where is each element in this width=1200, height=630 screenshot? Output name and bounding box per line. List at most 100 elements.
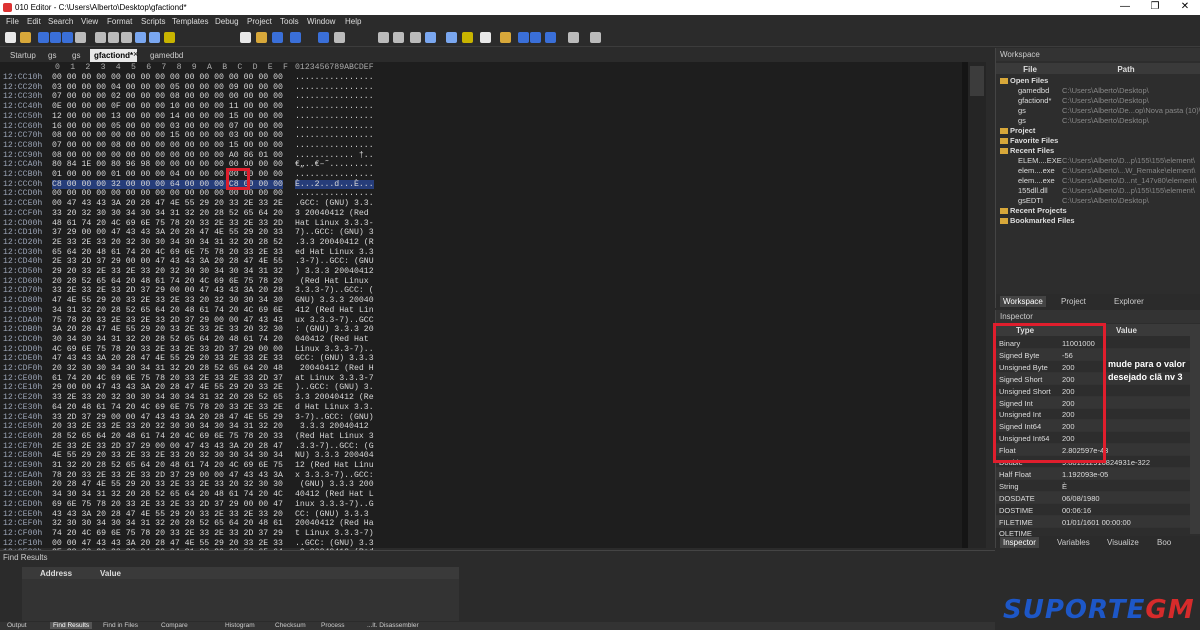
hex-bytes-row[interactable]: 00 47 43 43 3A 20 28 47 4E 55 29 20 33 2… [52,199,283,208]
bottom-tab[interactable]: Output [4,622,30,629]
tree-file[interactable]: gfactiond* C:\Users\Alberto\Desktop\ [996,96,1200,106]
inspector-value[interactable]: 01/01/1601 00:00:00 [1062,518,1131,527]
inspector-row[interactable]: Half Float 1.192093e-05 [996,467,1191,480]
redo-icon[interactable] [149,32,160,43]
ascii-text-row[interactable]: ) 3.3.3 20040412 [295,267,374,276]
ascii-text-row[interactable]: inux 3.3.3-7)..G [295,500,374,509]
menu-search[interactable]: Search [48,17,73,26]
ascii-text-row[interactable]: d Hat Linux 3.3. [295,403,374,412]
tab-visualize[interactable]: Visualize [1104,537,1142,548]
hex-bytes-row[interactable]: 29 00 00 47 43 43 3A 20 28 47 4E 55 29 2… [52,383,283,392]
tree-file[interactable]: gs C:\Users\Alberto\Desktop\ [996,116,1200,126]
inspector-scrollbar[interactable] [1190,324,1200,534]
ascii-text-row[interactable]: CC: (GNU) 3.3.3 [295,510,374,519]
hex-bytes-row[interactable]: 03 00 00 00 04 00 00 00 05 00 00 00 09 0… [52,83,283,92]
tab-gfactiond[interactable]: gfactiond* [90,49,138,62]
inspector-row[interactable]: DOSTIME 00:06:16 [996,504,1191,516]
bottom-tab[interactable]: Histogram [222,622,258,629]
tab-inspector[interactable]: Inspector [1000,537,1039,548]
hex-bytes-row[interactable]: 32 30 30 34 30 34 31 32 20 28 52 65 64 2… [52,519,283,528]
hex-bytes-row[interactable]: 20 32 30 30 34 30 34 31 32 20 28 52 65 6… [52,364,283,373]
hex-bytes-row[interactable]: 00 00 00 00 00 00 00 00 00 00 00 00 00 0… [52,189,283,198]
col-value[interactable]: Value [1116,326,1137,335]
hex-bytes-row[interactable]: 33 20 32 30 30 34 30 34 31 32 20 28 52 6… [52,209,283,218]
undo-icon[interactable] [135,32,146,43]
tree-file[interactable]: 155dll.dll C:\Users\Alberto\D...p\155\155… [996,186,1200,196]
ascii-text-row[interactable]: 40412 (Red Hat L [295,490,374,499]
hex-bytes-row[interactable]: 20 33 2E 33 2E 33 20 32 30 30 34 30 34 3… [52,422,283,431]
open-icon[interactable] [20,32,31,43]
hex-scrollbar[interactable] [968,62,986,548]
hex-bytes-row[interactable]: 61 74 20 4C 69 6E 75 78 20 33 2E 33 2E 3… [52,374,283,383]
bottom-tab[interactable]: Find Results [50,622,93,629]
inspector-value[interactable]: È [1062,482,1067,491]
tree-folder[interactable]: Recent Projects [996,206,1200,216]
menu-debug[interactable]: Debug [215,17,239,26]
hex-bytes-row[interactable]: 65 64 20 48 61 74 20 4C 69 6E 75 78 20 3… [52,248,283,257]
tree-folder[interactable]: Bookmarked Files [996,216,1200,226]
minimize-button[interactable]: — [1110,1,1140,12]
ascii-text-row[interactable]: at Linux 3.3.3-7 [295,374,374,383]
menu-file[interactable]: File [6,17,19,26]
tab-workspace[interactable]: Workspace [1000,296,1046,307]
ascii-text-row[interactable]: .3.3-7)..GCC: (G [295,442,374,451]
tab-gamedbd[interactable]: gamedbd [146,49,187,62]
col-find-value[interactable]: Value [100,569,121,578]
ascii-text-row[interactable]: ux 3.3.3-7)..GCC [295,316,374,325]
save-icon[interactable] [38,32,49,43]
ascii-text-row[interactable]: 20040412 (Red Ha [295,519,374,528]
menu-tools[interactable]: Tools [280,17,299,26]
hex-bytes-row[interactable]: 29 20 33 2E 33 2E 33 20 32 30 30 34 30 3… [52,267,283,276]
ascii-text-row[interactable]: NU) 3.3.3 200404 [295,451,374,460]
ascii-text-row[interactable]: .3.3 20040412 (R [295,238,374,247]
tree-file[interactable]: elem....exe C:\Users\Alberto\...W_Remake\… [996,166,1200,176]
ascii-text-row[interactable]: ed Hat Linux 3.3 [295,248,374,257]
cut-icon[interactable] [590,32,601,43]
col-file[interactable]: File [1000,65,1060,74]
ascii-text-row[interactable]: 040412 (Red Hat [295,335,374,344]
print-icon[interactable] [568,32,579,43]
hex-bytes-row[interactable]: 30 34 30 34 31 32 20 28 52 65 64 20 48 6… [52,335,283,344]
text-mode-icon[interactable] [318,32,329,43]
bottom-tab[interactable]: Find in Files [100,622,141,629]
new-file-icon[interactable] [5,32,16,43]
hex-bytes-row[interactable]: 33 2D 37 29 00 00 47 43 43 3A 20 28 47 4… [52,413,283,422]
ascii-text-row[interactable]: Hat Linux 3.3.3- [295,219,374,228]
tree-file[interactable]: gamedbd C:\Users\Alberto\Desktop\ [996,86,1200,96]
ascii-text-row[interactable]: ................ [295,131,374,140]
close-file-icon[interactable] [62,32,73,43]
hex-bytes-row[interactable]: 12 00 00 00 13 00 00 00 14 00 00 00 15 0… [52,112,283,121]
menu-view[interactable]: View [81,17,98,26]
hex-bytes-row[interactable]: 64 20 48 61 74 20 4C 69 6E 75 78 20 33 2… [52,403,283,412]
ascii-text-row[interactable]: ............ †.. [295,151,374,160]
ascii-text-row[interactable]: (Red Hat Linux [295,277,374,286]
hex-bytes-row[interactable]: 3A 20 28 47 4E 55 29 20 33 2E 33 2E 33 2… [52,325,283,334]
ascii-text-row[interactable]: ................ [295,141,374,150]
menu-edit[interactable]: Edit [27,17,41,26]
ascii-text-row[interactable]: 7)..GCC: (GNU) 3 [295,228,374,237]
ascii-text-row[interactable]: 12 (Red Hat Linu [295,461,374,470]
hex-bytes-row[interactable]: 33 2E 33 2E 33 2D 37 29 00 00 47 43 43 3… [52,286,283,295]
col-address[interactable]: Address [40,569,72,578]
tree-folder[interactable]: Project [996,126,1200,136]
ascii-text-row[interactable]: : (GNU) 3.3.3 20 [295,325,374,334]
close-tab-icon[interactable]: × [133,49,138,59]
menu-window[interactable]: Window [307,17,335,26]
hex-bytes-row[interactable]: 48 61 74 20 4C 69 6E 75 78 20 33 2E 33 2… [52,219,283,228]
ascii-text-row[interactable]: x 3.3.3-7)..GCC: [295,471,374,480]
paste-icon[interactable] [121,32,132,43]
hex-bytes-row[interactable]: 28 52 65 64 20 48 61 74 20 4C 69 6E 75 7… [52,432,283,441]
ascii-text-row[interactable]: ................ [295,83,374,92]
tab-boo[interactable]: Boo [1154,537,1174,548]
find-icon[interactable] [240,32,251,43]
hex-bytes-row[interactable]: 08 00 00 00 00 00 00 00 00 00 00 00 A0 8… [52,151,283,160]
hex-bytes-row[interactable]: 75 78 20 33 2E 33 2E 33 2D 37 29 00 00 4… [52,316,283,325]
tree-folder[interactable]: Open Files [996,76,1200,86]
hex-bytes-row[interactable]: 2E 33 2E 33 20 32 30 30 34 30 34 31 32 2… [52,238,283,247]
hex-bytes-row[interactable]: 31 32 20 28 52 65 64 20 48 61 74 20 4C 6… [52,461,283,470]
ascii-text-row[interactable]: ................ [295,73,374,82]
menu-help[interactable]: Help [345,17,361,26]
hex-bytes-row[interactable]: 07 00 00 00 02 00 00 00 08 00 00 00 00 0… [52,92,283,101]
tab-gs[interactable]: gs [68,49,84,62]
ascii-text-row[interactable]: 3-7)..GCC: (GNU) [295,413,374,422]
